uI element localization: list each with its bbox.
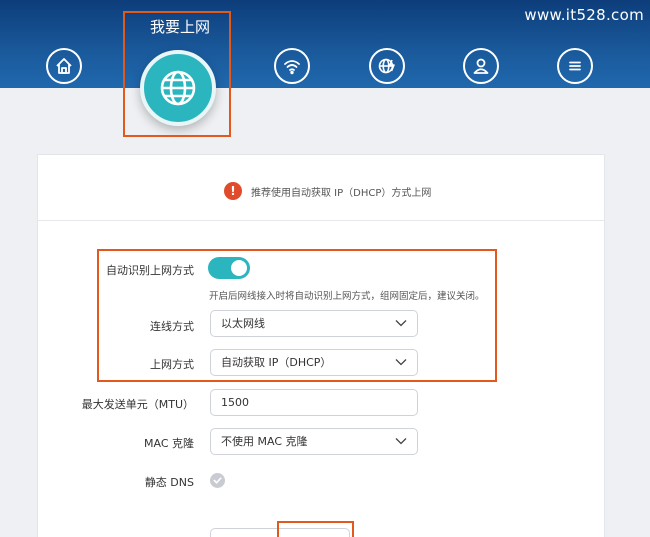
chevron-down-icon	[395, 320, 407, 327]
network-settings-icon[interactable]	[369, 48, 405, 84]
connection-label: 连线方式	[150, 320, 194, 333]
auto-detect-toggle[interactable]	[208, 257, 250, 279]
top-nav-bar: www.it528.com 我要上网	[0, 0, 650, 88]
auto-detect-label: 自动识别上网方式	[106, 264, 194, 277]
chevron-down-icon	[395, 359, 407, 366]
wan-type-label: 上网方式	[150, 358, 194, 371]
wifi-icon[interactable]	[274, 48, 310, 84]
bottom-action-button[interactable]	[210, 528, 350, 537]
connection-value: 以太网线	[221, 317, 265, 330]
menu-icon[interactable]	[557, 48, 593, 84]
static-dns-checkbox[interactable]	[210, 473, 225, 488]
auto-detect-hint: 开启后网线接入时将自动识别上网方式，组网固定后，建议关闭。	[209, 291, 485, 302]
toggle-knob	[231, 260, 247, 276]
mtu-input-box[interactable]	[210, 389, 418, 416]
globe-icon[interactable]	[140, 50, 216, 126]
mac-clone-value: 不使用 MAC 克隆	[221, 435, 308, 448]
connection-select[interactable]: 以太网线	[210, 310, 418, 337]
mac-clone-label: MAC 克隆	[144, 437, 194, 450]
home-icon[interactable]	[46, 48, 82, 84]
wan-type-value: 自动获取 IP（DHCP）	[221, 356, 332, 369]
warning-icon: !	[224, 182, 242, 200]
notice-bar: ! 推荐使用自动获取 IP（DHCP）方式上网	[38, 155, 604, 221]
watermark: www.it528.com	[524, 6, 644, 24]
mac-clone-select[interactable]: 不使用 MAC 克隆	[210, 428, 418, 455]
user-icon[interactable]	[463, 48, 499, 84]
mtu-input[interactable]	[221, 396, 417, 409]
wan-type-select[interactable]: 自动获取 IP（DHCP）	[210, 349, 418, 376]
static-dns-label: 静态 DNS	[144, 476, 194, 489]
notice-text: 推荐使用自动获取 IP（DHCP）方式上网	[251, 188, 432, 199]
active-tab-label: 我要上网	[149, 18, 210, 36]
chevron-down-icon	[395, 438, 407, 445]
mtu-label: 最大发送单元（MTU）	[81, 398, 194, 411]
